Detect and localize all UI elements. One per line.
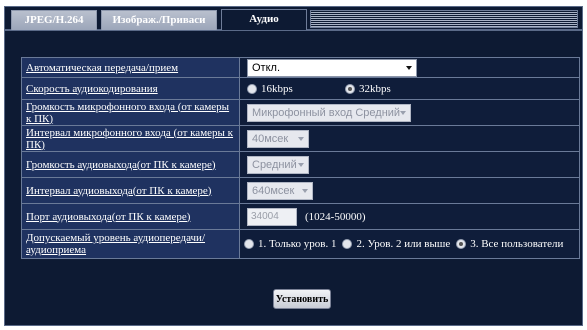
- tab-bar-decoration: [310, 10, 578, 28]
- mic-interval-select[interactable]: 40мсек: [247, 129, 309, 148]
- mic-interval-label[interactable]: Интервал микрофонного входа (от камеры к…: [22, 126, 240, 151]
- audio-settings-panel: Автоматическая передача/прием Откл. Скор…: [4, 30, 583, 326]
- encoding-speed-label[interactable]: Скорость аудиокодирования: [22, 78, 240, 99]
- chevron-down-icon: [302, 188, 308, 193]
- chevron-down-icon: [298, 136, 304, 141]
- settings-table: Автоматическая передача/прием Откл. Скор…: [21, 57, 580, 259]
- radio-level-2[interactable]: [342, 239, 353, 249]
- encoding-16kbps-option[interactable]: 16kbps: [247, 83, 345, 95]
- radio-level-3[interactable]: [456, 239, 467, 249]
- access-level-2-option[interactable]: 2. Уров. 2 или выше: [342, 238, 450, 250]
- radio-16kbps[interactable]: [247, 83, 257, 94]
- radio-level-1[interactable]: [244, 239, 254, 249]
- apply-button[interactable]: Установить: [273, 289, 331, 309]
- encoding-32kbps-option[interactable]: 32kbps: [345, 83, 391, 95]
- row-out-volume: Громкость аудиовыхода(от ПК к камере) Ср…: [22, 152, 579, 178]
- out-volume-select[interactable]: Средний: [247, 155, 309, 174]
- access-level-1-option[interactable]: 1. Только уров. 1: [244, 238, 336, 250]
- out-interval-label[interactable]: Интервал аудиовыхода(от ПК к камере): [22, 178, 240, 203]
- out-volume-label[interactable]: Громкость аудиовыхода(от ПК к камере): [22, 152, 240, 177]
- out-port-label[interactable]: Порт аудиовыхода(от ПК к камере): [22, 204, 240, 229]
- row-mic-volume: Громкость микрофонного входа (от камеры …: [22, 100, 579, 126]
- access-level-3-option[interactable]: 3. Все пользователи: [456, 238, 563, 250]
- mic-volume-select[interactable]: Микрофонный вход Средний: [247, 103, 411, 122]
- settings-frame: JPEG/H.264 Изображ./Приваси Аудио Автома…: [0, 0, 587, 330]
- row-mic-interval: Интервал микрофонного входа (от камеры к…: [22, 126, 579, 152]
- out-port-input[interactable]: 34004: [247, 207, 297, 226]
- mic-volume-label[interactable]: Громкость микрофонного входа (от камеры …: [22, 100, 240, 125]
- chevron-down-icon: [406, 65, 412, 70]
- row-auto-transfer: Автоматическая передача/прием Откл.: [22, 58, 579, 78]
- chevron-down-icon: [400, 110, 406, 115]
- tab-jpeg-h264[interactable]: JPEG/H.264: [11, 10, 97, 31]
- radio-32kbps[interactable]: [345, 83, 355, 94]
- chevron-down-icon: [298, 162, 304, 167]
- auto-transfer-select[interactable]: Откл.: [247, 58, 417, 77]
- row-out-interval: Интервал аудиовыхода(от ПК к камере) 640…: [22, 178, 579, 204]
- row-access-level: Допускаемый уровень аудиопередачи/аудиоп…: [22, 230, 579, 258]
- row-encoding-speed: Скорость аудиокодирования 16kbps 32kbps: [22, 78, 579, 100]
- tab-image-privacy[interactable]: Изображ./Приваси: [101, 10, 217, 31]
- row-out-port: Порт аудиовыхода(от ПК к камере) 34004 (…: [22, 204, 579, 230]
- tab-audio[interactable]: Аудио: [221, 9, 307, 32]
- auto-transfer-label[interactable]: Автоматическая передача/прием: [22, 58, 240, 77]
- out-port-range: (1024-50000): [305, 210, 366, 223]
- access-level-label[interactable]: Допускаемый уровень аудиопередачи/аудиоп…: [22, 230, 240, 258]
- tab-bar: JPEG/H.264 Изображ./Приваси Аудио: [4, 6, 583, 32]
- out-interval-select[interactable]: 640мсек: [247, 181, 313, 200]
